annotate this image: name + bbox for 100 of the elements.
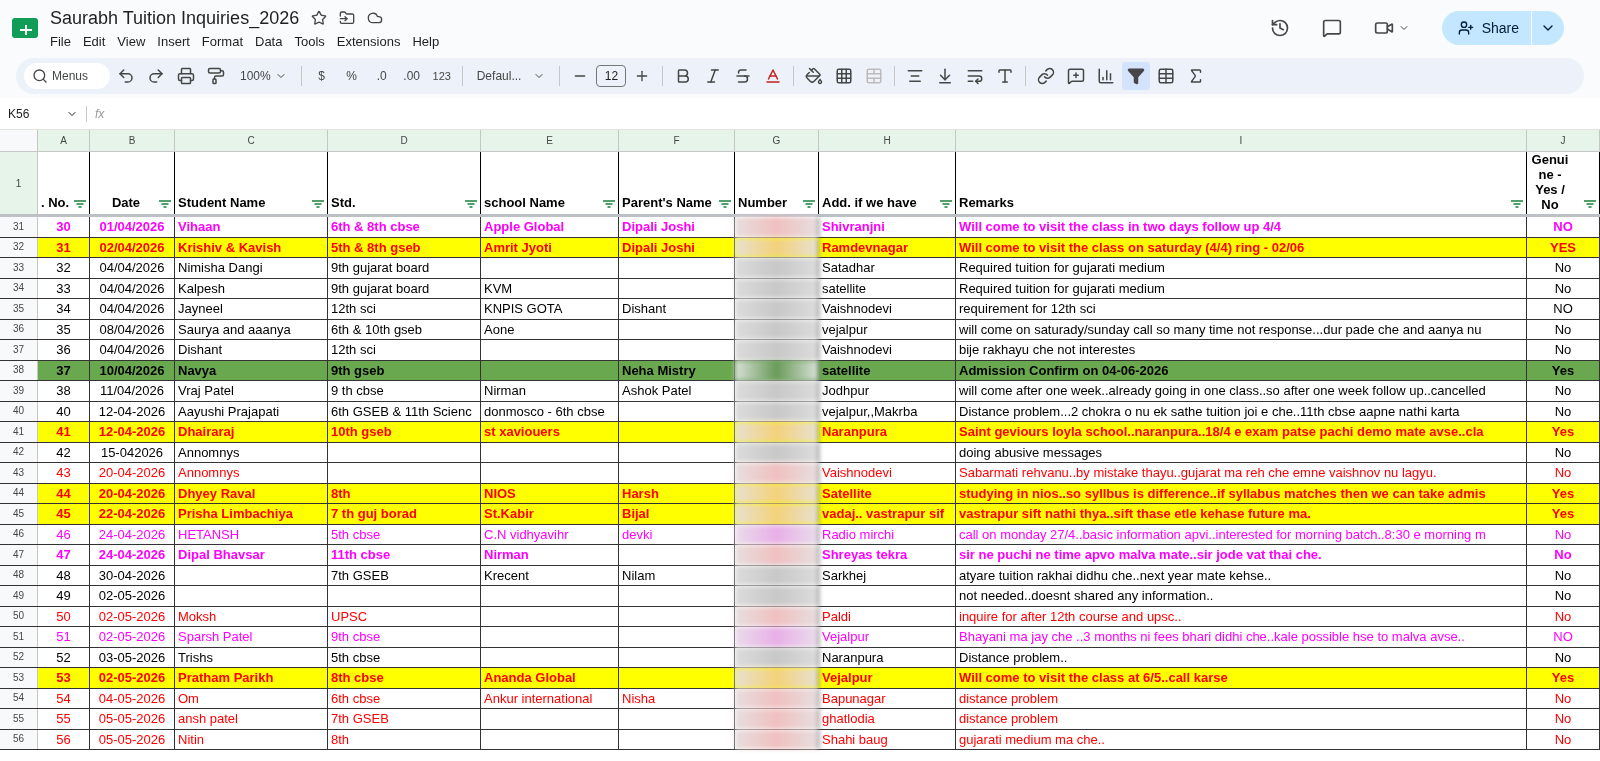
document-title[interactable]: Saurabh Tuition Inquiries_2026	[50, 4, 300, 32]
table-cell: 24-04-2026	[98, 526, 166, 542]
table-cell: St.Kabir	[484, 506, 534, 521]
row-number[interactable]: 47	[0, 545, 38, 565]
menu-item[interactable]: View	[117, 31, 146, 52]
menu-item[interactable]: File	[50, 31, 71, 52]
row-number[interactable]: 55	[0, 709, 38, 729]
table-cell: 6th & 8th cbse	[331, 219, 420, 234]
table-cell: 49	[56, 588, 71, 603]
zoom-dropdown[interactable]: 100%	[232, 67, 295, 85]
history-icon[interactable]	[1269, 18, 1290, 38]
table-cell: 50	[56, 608, 71, 624]
table-cell: 9th gujarat board	[331, 280, 430, 296]
table-cell: Ankur international	[484, 690, 593, 706]
table-cell: not needed..doesnt shared any information..	[959, 588, 1214, 603]
header-cell: Parent's Name	[619, 152, 735, 214]
menu-item[interactable]: Data	[255, 31, 283, 52]
name-box[interactable]: K56	[0, 104, 86, 123]
table-cell: 8th	[331, 731, 350, 747]
row-number[interactable]: 54	[0, 688, 38, 708]
table-cell: vastrapur sift nathi thya..sift thase etle kehase future ma.	[959, 506, 1311, 521]
table-cell: vejalpur,,Makrba	[822, 403, 918, 419]
sheets-logo-icon[interactable]	[12, 18, 38, 38]
row-number[interactable]: 31	[0, 217, 38, 237]
table-cell: 32	[56, 260, 71, 275]
row-number[interactable]: 33	[0, 258, 38, 278]
filter-icon[interactable]	[1122, 62, 1151, 90]
column-header[interactable]: E	[481, 130, 619, 151]
row-number[interactable]: 40	[0, 401, 38, 421]
row-number[interactable]: 45	[0, 504, 38, 524]
column-header[interactable]: A	[38, 130, 90, 151]
menu-item[interactable]: Edit	[82, 31, 106, 52]
row-number[interactable]: 51	[0, 627, 38, 647]
row-number[interactable]: 37	[0, 340, 38, 360]
folder-icon[interactable]	[339, 10, 356, 27]
column-header[interactable]: H	[819, 130, 956, 151]
row-number[interactable]: 39	[0, 381, 38, 401]
column-header[interactable]: D	[328, 130, 481, 151]
column-header[interactable]: F	[619, 130, 735, 151]
menu-item[interactable]: Format	[201, 31, 243, 52]
row-number[interactable]: 44	[0, 483, 38, 503]
row-number[interactable]: 49	[0, 586, 38, 606]
menus-search-field[interactable]: Menus	[24, 63, 110, 89]
table-cell: satellite	[822, 280, 867, 296]
table-cell: Nimisha Dangi	[178, 260, 263, 275]
row-number[interactable]: 41	[0, 422, 38, 442]
percent-format-button[interactable]: %	[337, 62, 366, 90]
row-number[interactable]: 43	[0, 463, 38, 483]
row-number[interactable]: 36	[0, 319, 38, 339]
column-header[interactable]: G	[735, 130, 819, 151]
increase-decimals-button[interactable]: .00	[397, 62, 426, 90]
share-dropdown-button[interactable]	[1532, 11, 1564, 45]
row-number[interactable]: 50	[0, 606, 38, 626]
menu-item[interactable]: Help	[412, 31, 440, 52]
comment-icon[interactable]	[1321, 18, 1342, 38]
table-cell: donmosco - 6th cbse	[484, 403, 605, 419]
table-cell: No	[1554, 342, 1572, 357]
star-icon[interactable]	[311, 10, 328, 27]
table-cell: Sarkhej	[822, 567, 867, 583]
table-cell: 04-05-2026	[98, 690, 166, 706]
currency-format-button[interactable]: $	[307, 62, 336, 90]
table-cell: will come after one week..already going in one class..so after one week follow up..cancelled	[959, 383, 1486, 398]
row-number[interactable]: 46	[0, 524, 38, 544]
font-dropdown[interactable]: Defaul...	[468, 67, 554, 85]
font-size-field[interactable]: 12	[596, 65, 627, 87]
table-cell: 6th cbse	[331, 690, 381, 706]
menu-item[interactable]: Insert	[157, 31, 190, 52]
table-cell: Nirman	[484, 547, 529, 562]
table-cell: 8th	[331, 485, 351, 501]
column-header[interactable]: I	[956, 130, 1527, 151]
row-number[interactable]: 32	[0, 237, 38, 257]
column-header[interactable]: B	[90, 130, 175, 151]
row-number[interactable]: 48	[0, 565, 38, 585]
menu-item[interactable]: Extensions	[336, 31, 401, 52]
table-cell: Distance problem..	[959, 649, 1068, 665]
table-cell: YES	[1550, 239, 1576, 255]
row-number[interactable]: 42	[0, 442, 38, 462]
table-cell: ansh patel	[178, 711, 238, 726]
decrease-decimals-button[interactable]: .0	[367, 62, 396, 90]
menu-item[interactable]: Tools	[294, 31, 325, 52]
table-cell: No	[1554, 321, 1572, 337]
table-cell: No	[1554, 526, 1572, 542]
row-number[interactable]: 38	[0, 360, 38, 380]
table-cell: 30	[56, 219, 71, 234]
search-placeholder: Menus	[52, 68, 89, 85]
row-number[interactable]: 35	[0, 299, 38, 319]
share-button[interactable]: Share	[1441, 11, 1531, 45]
table-cell: 11th cbse	[331, 547, 391, 562]
table-cell: 20-04-2026	[98, 465, 166, 480]
column-header[interactable]: C	[175, 130, 328, 151]
table-cell: 02-05-2026	[98, 670, 166, 685]
number-format-button[interactable]: 123	[427, 62, 456, 90]
column-header[interactable]: J	[1527, 130, 1600, 151]
row-number[interactable]: 52	[0, 647, 38, 667]
row-number[interactable]: 53	[0, 668, 38, 688]
table-cell: Dipali Joshi	[622, 239, 695, 255]
row-number[interactable]: 34	[0, 278, 38, 298]
row-number[interactable]: 1	[0, 152, 38, 214]
row-number[interactable]: 56	[0, 729, 38, 749]
table-cell: 52	[56, 649, 71, 665]
